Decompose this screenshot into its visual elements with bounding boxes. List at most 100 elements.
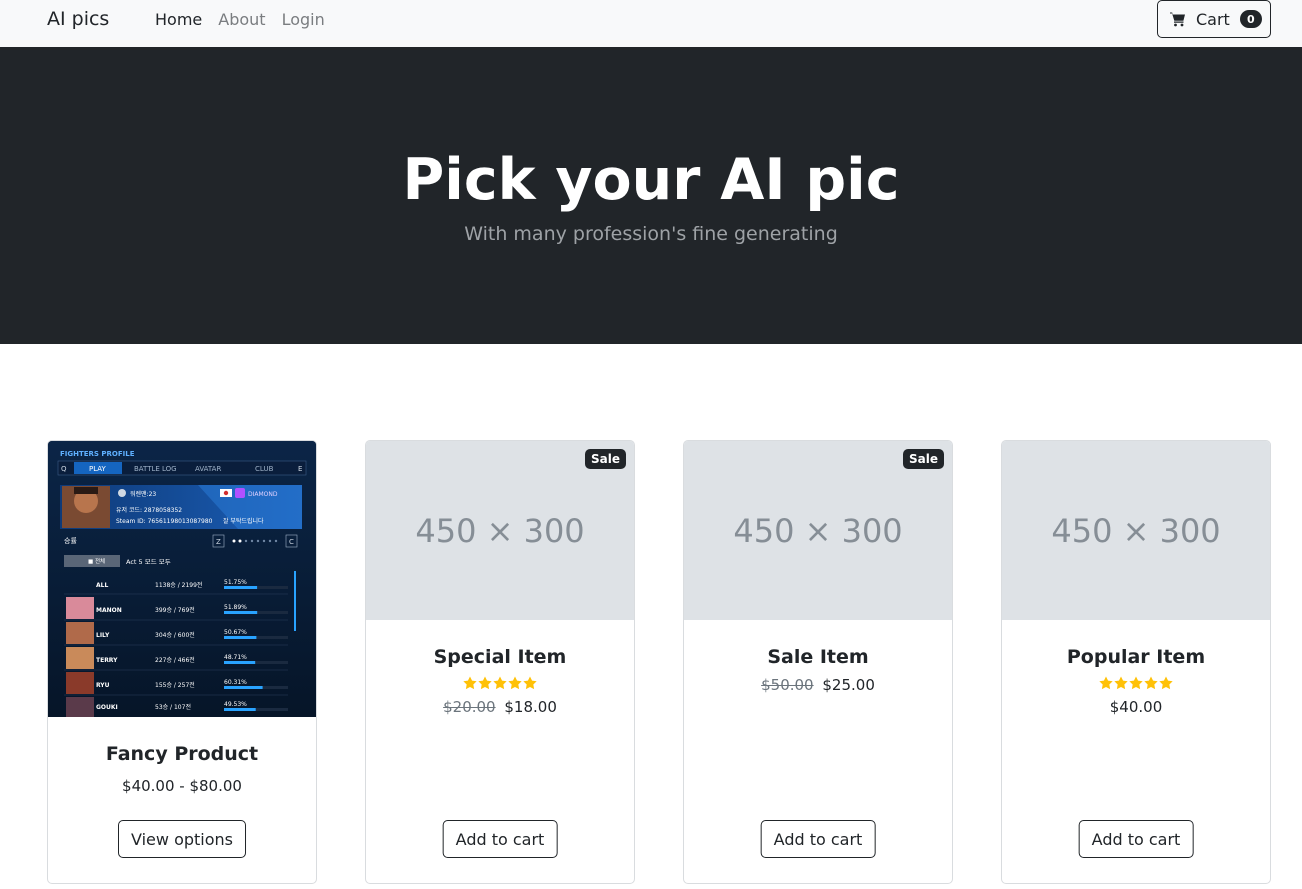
- win-rate-bar: [224, 611, 258, 614]
- game-profile-screenshot: FIGHTERS PROFILE Q PLAY BATTLE LOG AVATA…: [48, 441, 316, 717]
- star-icon: [1144, 676, 1158, 690]
- placeholder-dimensions: 450 × 300: [733, 511, 903, 550]
- product-name: Popular Item: [1066, 646, 1206, 668]
- product-card-sale: Sale 450 × 300 Sale Item $50.00 $25.00 A…: [683, 440, 953, 884]
- add-to-cart-button[interactable]: Add to cart: [1078, 820, 1194, 858]
- svg-text:RYU: RYU: [96, 682, 110, 689]
- svg-text:GOUKI: GOUKI: [96, 704, 118, 711]
- product-image: FIGHTERS PROFILE Q PLAY BATTLE LOG AVATA…: [48, 441, 316, 717]
- product-image-placeholder: 450 × 300: [1002, 441, 1270, 620]
- svg-text:399승 / 769전: 399승 / 769전: [155, 606, 195, 614]
- star-icon: [1159, 676, 1173, 690]
- card-body: Sale Item $50.00 $25.00: [684, 620, 952, 694]
- svg-text:304승 / 600전: 304승 / 600전: [155, 631, 195, 639]
- svg-text:MANON: MANON: [96, 607, 122, 614]
- svg-text:FIGHTERS PROFILE: FIGHTERS PROFILE: [60, 450, 135, 458]
- cart-label: Cart: [1196, 9, 1230, 29]
- original-price: $50.00: [761, 676, 814, 694]
- svg-text:TERRY: TERRY: [96, 657, 118, 664]
- svg-text:155승 / 257전: 155승 / 257전: [155, 681, 195, 689]
- svg-text:50.67%: 50.67%: [224, 629, 247, 636]
- star-rating: [1002, 676, 1270, 690]
- star-icon: [493, 676, 507, 690]
- product-card-fancy: FIGHTERS PROFILE Q PLAY BATTLE LOG AVATA…: [47, 440, 317, 884]
- cart-button[interactable]: Cart 0: [1157, 0, 1271, 38]
- product-name: Fancy Product: [105, 743, 259, 765]
- star-icon: [478, 676, 492, 690]
- win-rate-bar: [224, 661, 256, 664]
- star-icon: [523, 676, 537, 690]
- svg-text:CLUB: CLUB: [255, 465, 274, 473]
- product-price: $40.00 - $80.00: [122, 777, 242, 795]
- svg-text:227승 / 466전: 227승 / 466전: [155, 656, 195, 664]
- hero-banner: Pick your AI pic With many profession's …: [0, 47, 1302, 344]
- svg-text:Z: Z: [216, 538, 221, 546]
- sale-price: $25.00: [822, 676, 875, 694]
- svg-text:51.89%: 51.89%: [224, 604, 247, 611]
- star-icon: [1114, 676, 1128, 690]
- svg-text:PLAY: PLAY: [89, 465, 107, 473]
- hero-title: Pick your AI pic: [402, 147, 900, 213]
- win-rate-bar: [224, 636, 257, 639]
- svg-text:워렌맨:23: 워렌맨:23: [130, 490, 156, 498]
- svg-text:Steam ID: 76561198013087980: Steam ID: 76561198013087980: [116, 518, 213, 525]
- product-image-placeholder: Sale 450 × 300: [684, 441, 952, 620]
- svg-text:BATTLE LOG: BATTLE LOG: [134, 465, 177, 473]
- navbar: AI pics Home About Login Cart 0: [0, 0, 1302, 47]
- product-card-special: Sale 450 × 300 Special Item $20.00 $18.0…: [365, 440, 635, 884]
- product-price-group: $50.00 $25.00: [684, 676, 952, 694]
- star-rating: [366, 676, 634, 690]
- brand-link[interactable]: AI pics: [47, 8, 109, 30]
- svg-text:53승 / 107전: 53승 / 107전: [155, 703, 191, 711]
- view-options-button[interactable]: View options: [118, 820, 246, 858]
- sale-price: $18.00: [504, 698, 557, 716]
- star-icon: [1129, 676, 1143, 690]
- svg-text:49.53%: 49.53%: [224, 701, 247, 708]
- svg-text:Q: Q: [61, 465, 67, 473]
- hero-subtitle: With many profession's fine generating: [464, 223, 838, 245]
- card-body: Special Item $20.00 $18.00: [366, 620, 634, 716]
- svg-text:승률: 승률: [64, 537, 77, 545]
- add-to-cart-button[interactable]: Add to cart: [760, 820, 876, 858]
- product-name: Sale Item: [767, 646, 869, 668]
- svg-text:LILY: LILY: [96, 632, 110, 639]
- svg-text:48.71%: 48.71%: [224, 654, 247, 661]
- original-price: $20.00: [443, 698, 496, 716]
- placeholder-dimensions: 450 × 300: [415, 511, 585, 550]
- product-price: $40.00: [1109, 698, 1163, 716]
- svg-text:60.31%: 60.31%: [224, 679, 247, 686]
- svg-text:E: E: [298, 465, 302, 473]
- svg-text:DIAMOND: DIAMOND: [248, 491, 278, 498]
- nav-link-home[interactable]: Home: [155, 10, 202, 29]
- star-icon: [508, 676, 522, 690]
- win-rate-bar: [224, 708, 256, 711]
- cart-icon: [1170, 11, 1186, 27]
- cart-count-badge: 0: [1239, 10, 1262, 28]
- svg-text:Act 5 모드 모두: Act 5 모드 모두: [126, 558, 171, 566]
- product-image-placeholder: Sale 450 × 300: [366, 441, 634, 620]
- svg-text:잘 부탁드립니다: 잘 부탁드립니다: [223, 517, 264, 525]
- svg-text:■ 전체: ■ 전체: [88, 557, 105, 565]
- sale-badge: Sale: [585, 449, 626, 469]
- win-rate-bar: [224, 586, 258, 589]
- svg-text:1138승 / 2199전: 1138승 / 2199전: [155, 581, 202, 589]
- win-rate-bar: [224, 686, 263, 689]
- svg-text:ALL: ALL: [96, 582, 108, 589]
- star-icon: [463, 676, 477, 690]
- sale-badge: Sale: [903, 449, 944, 469]
- nav-links: Home About Login: [155, 10, 325, 29]
- svg-text:AVATAR: AVATAR: [195, 465, 221, 473]
- nav-link-login[interactable]: Login: [282, 10, 325, 29]
- product-card-popular: 450 × 300 Popular Item $40.00 Add to car…: [1001, 440, 1271, 884]
- product-price-group: $20.00 $18.00: [366, 698, 634, 716]
- svg-text:51.75%: 51.75%: [224, 579, 247, 586]
- placeholder-dimensions: 450 × 300: [1051, 511, 1221, 550]
- card-body: Popular Item $40.00: [1002, 620, 1270, 716]
- svg-text:유저 코드: 2878058352: 유저 코드: 2878058352: [116, 506, 182, 514]
- product-name: Special Item: [433, 646, 567, 668]
- add-to-cart-button[interactable]: Add to cart: [442, 820, 558, 858]
- nav-link-about[interactable]: About: [218, 10, 265, 29]
- card-body: Fancy Product $40.00 - $80.00: [48, 717, 316, 795]
- svg-text:C: C: [289, 538, 294, 546]
- star-icon: [1099, 676, 1113, 690]
